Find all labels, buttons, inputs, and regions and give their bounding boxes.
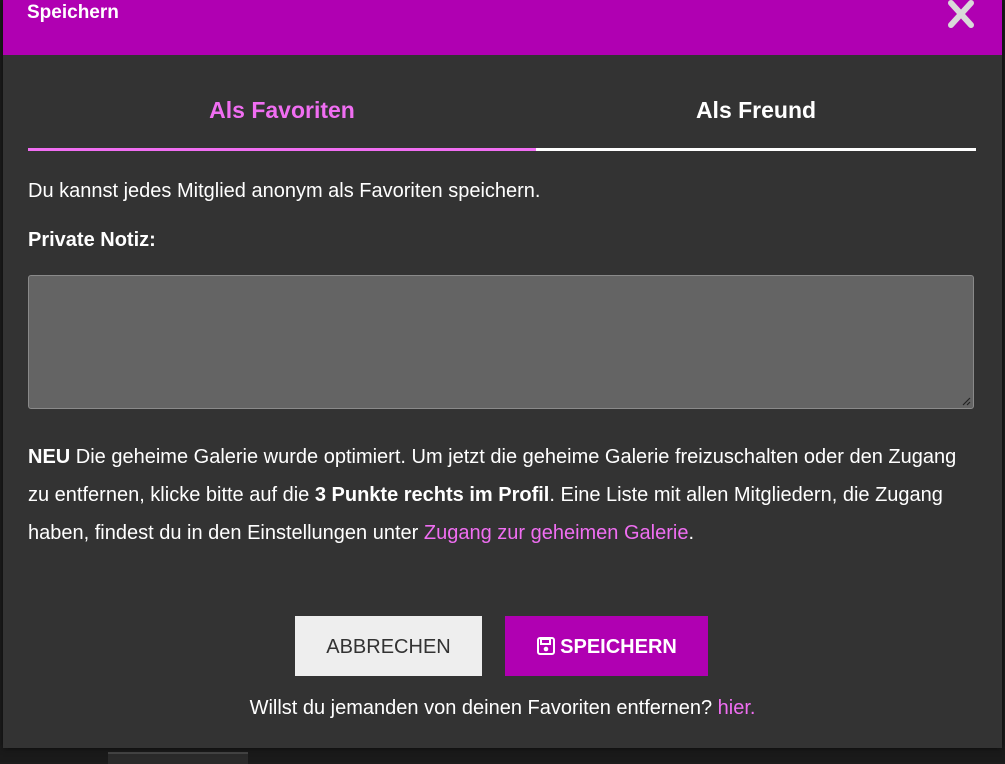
remove-favorites-link[interactable]: hier. (718, 697, 756, 719)
private-note-textarea[interactable] (28, 275, 974, 409)
close-button[interactable] (946, 0, 976, 28)
remove-favorites-text: Willst du jemanden von deinen Favoriten … (249, 697, 718, 719)
dialog-header: Speichern (3, 0, 1002, 55)
background-thumbnail (108, 752, 248, 764)
tab-favorites[interactable]: Als Favoriten (28, 78, 536, 151)
news-badge: NEU (28, 446, 71, 468)
resize-grip-icon[interactable] (961, 396, 971, 406)
dialog-title: Speichern (27, 2, 119, 23)
news-bold-hint: 3 Punkte rechts im Profil (314, 484, 550, 506)
floppy-disk-icon (537, 637, 556, 655)
secret-gallery-access-link[interactable]: Zugang zur geheimen Galerie (424, 522, 689, 544)
news-notice: NEU Die geheime Galerie wurde optimiert.… (28, 438, 978, 552)
private-note-label: Private Notiz: (28, 229, 156, 251)
tab-friend[interactable]: Als Freund (536, 78, 976, 151)
remove-favorites-line: Willst du jemanden von deinen Favoriten … (3, 697, 1002, 720)
save-button[interactable]: SPEICHERN (505, 616, 708, 676)
tab-bar: Als Favoriten Als Freund (28, 78, 976, 152)
close-icon (948, 0, 974, 28)
save-dialog: Speichern Als Favoriten Als Freund Du ka… (3, 0, 1002, 748)
intro-text: Du kannst jedes Mitglied anonym als Favo… (28, 180, 541, 202)
save-button-label: SPEICHERN (560, 636, 677, 658)
news-text-end: . (688, 522, 695, 544)
cancel-button[interactable]: ABBRECHEN (295, 616, 482, 676)
